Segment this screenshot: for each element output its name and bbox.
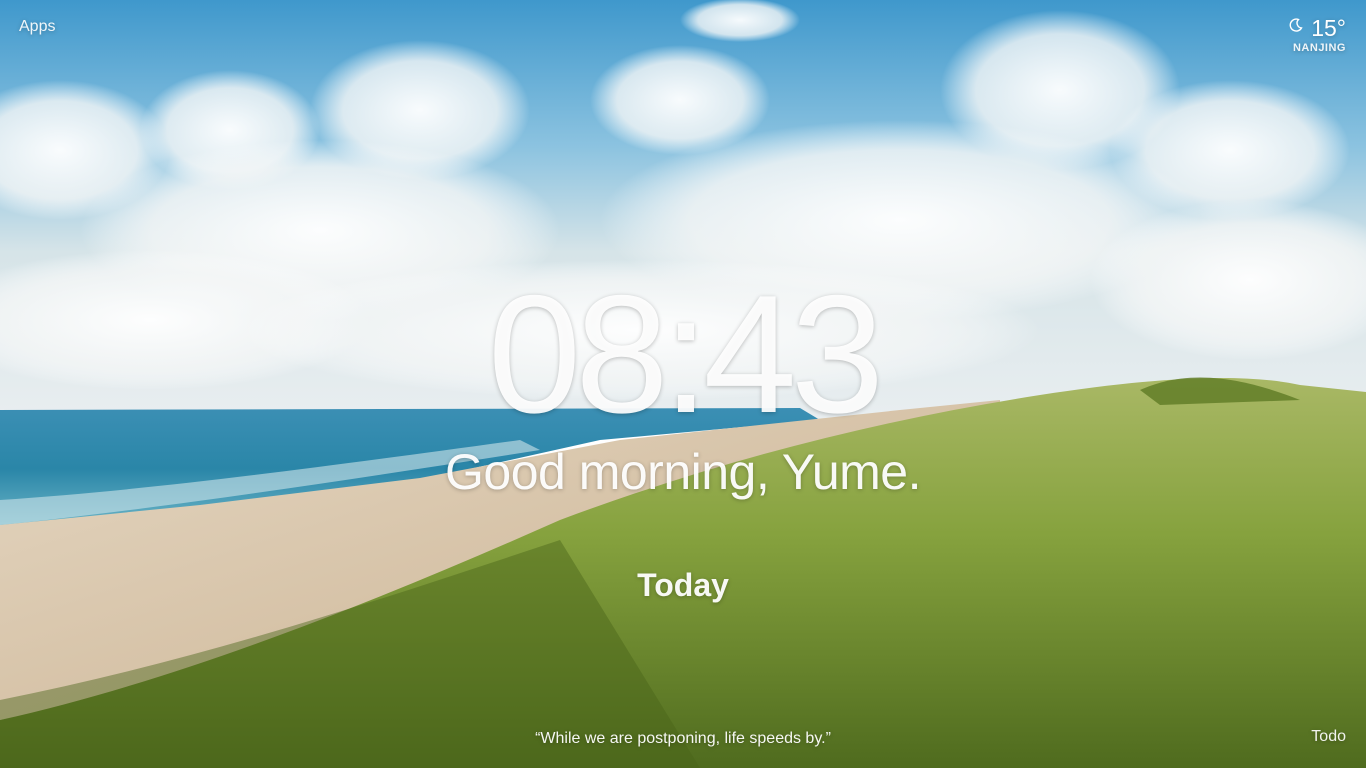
greeting: Good morning, Yume. — [445, 444, 921, 500]
moon-icon — [1289, 18, 1303, 37]
clock: 08:43 — [487, 260, 884, 448]
today-focus-label[interactable]: Today — [0, 567, 1366, 604]
todo-link[interactable]: Todo — [1311, 728, 1346, 746]
daily-quote: “While we are postponing, life speeds by… — [535, 730, 831, 747]
dashboard-center: 08:43 Good morning, Yume. — [0, 270, 1366, 502]
temperature: 15° — [1311, 15, 1346, 41]
apps-link[interactable]: Apps — [19, 18, 55, 36]
weather-location: NANJING — [1292, 42, 1346, 54]
weather-widget[interactable]: 15° NANJING — [1289, 15, 1346, 54]
